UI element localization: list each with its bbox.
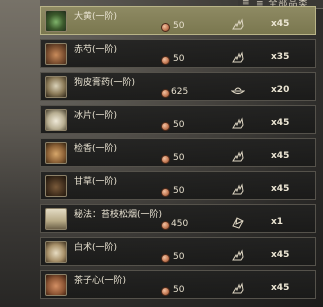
shop-item-row[interactable]: 白术(一阶) 50 x45 [40, 237, 316, 266]
item-thumbnail [45, 109, 67, 131]
item-quantity: x45 [271, 283, 290, 293]
shop-item-row[interactable]: 赤芍(一阶) 50 x35 [40, 39, 316, 68]
gather-hand-icon[interactable] [231, 181, 245, 195]
item-name: 大黄(一阶) [74, 12, 118, 22]
item-thumbnail [45, 10, 67, 32]
shop-item-row[interactable]: 狗皮膏药(一阶) 625 x20 [40, 72, 316, 101]
item-name: 甘草(一阶) [74, 177, 118, 187]
item-name: 茶子心(一阶) [74, 276, 127, 286]
item-price: 50 [173, 54, 185, 64]
item-quantity: x45 [271, 250, 290, 260]
item-price: 450 [171, 219, 189, 229]
item-thumbnail [45, 208, 67, 230]
coin-icon [161, 155, 170, 164]
coin-icon [161, 254, 170, 263]
coin-icon [161, 56, 170, 65]
item-price: 50 [173, 252, 185, 262]
shop-item-row[interactable]: 检香(一阶) 50 x45 [40, 138, 316, 167]
item-thumbnail [45, 175, 67, 197]
item-name: 秘法：苔枝松烟(一阶) [74, 210, 163, 220]
item-quantity: x20 [271, 85, 290, 95]
gather-hand-icon[interactable] [231, 49, 245, 63]
item-thumbnail [45, 142, 67, 164]
item-price: 50 [173, 285, 185, 295]
coin-icon [161, 89, 170, 98]
coin-icon [161, 23, 170, 32]
item-quantity: x45 [271, 118, 290, 128]
coin-icon [161, 221, 170, 230]
item-quantity: x45 [271, 184, 290, 194]
item-thumbnail [45, 241, 67, 263]
item-quantity: x45 [271, 151, 290, 161]
item-name: 赤芍(一阶) [74, 45, 118, 55]
shop-item-row[interactable]: 甘草(一阶) 50 x45 [40, 171, 316, 200]
background-scene [0, 0, 40, 307]
coin-icon [161, 188, 170, 197]
item-price: 50 [173, 120, 185, 130]
item-price: 50 [173, 186, 185, 196]
gather-hand-icon[interactable] [231, 280, 245, 294]
coin-icon [161, 287, 170, 296]
item-name: 白术(一阶) [74, 243, 118, 253]
coin-icon [161, 122, 170, 131]
shop-item-row[interactable]: 大黄(一阶) 50 x45 [40, 6, 316, 35]
gather-hand-icon[interactable] [231, 115, 245, 129]
gather-hand-icon[interactable] [231, 16, 245, 30]
item-price: 50 [173, 21, 185, 31]
item-thumbnail [45, 76, 67, 98]
shop-item-row[interactable]: 茶子心(一阶) 50 x45 [40, 270, 316, 299]
recipe-icon[interactable] [231, 214, 245, 229]
item-price: 625 [171, 87, 189, 97]
bowl-icon[interactable] [230, 82, 246, 96]
gather-hand-icon[interactable] [231, 247, 245, 261]
item-quantity: x1 [271, 217, 284, 227]
item-thumbnail [45, 274, 67, 296]
item-name: 狗皮膏药(一阶) [74, 78, 136, 88]
gather-hand-icon[interactable] [231, 148, 245, 162]
shop-item-row[interactable]: 秘法：苔枝松烟(一阶) 450 x1 [40, 204, 316, 233]
item-quantity: x35 [271, 52, 290, 62]
item-thumbnail [45, 43, 67, 65]
shop-item-row[interactable]: 冰片(一阶) 50 x45 [40, 105, 316, 134]
item-quantity: x45 [271, 19, 290, 29]
item-price: 50 [173, 153, 185, 163]
item-name: 冰片(一阶) [74, 111, 118, 121]
item-name: 检香(一阶) [74, 144, 118, 154]
